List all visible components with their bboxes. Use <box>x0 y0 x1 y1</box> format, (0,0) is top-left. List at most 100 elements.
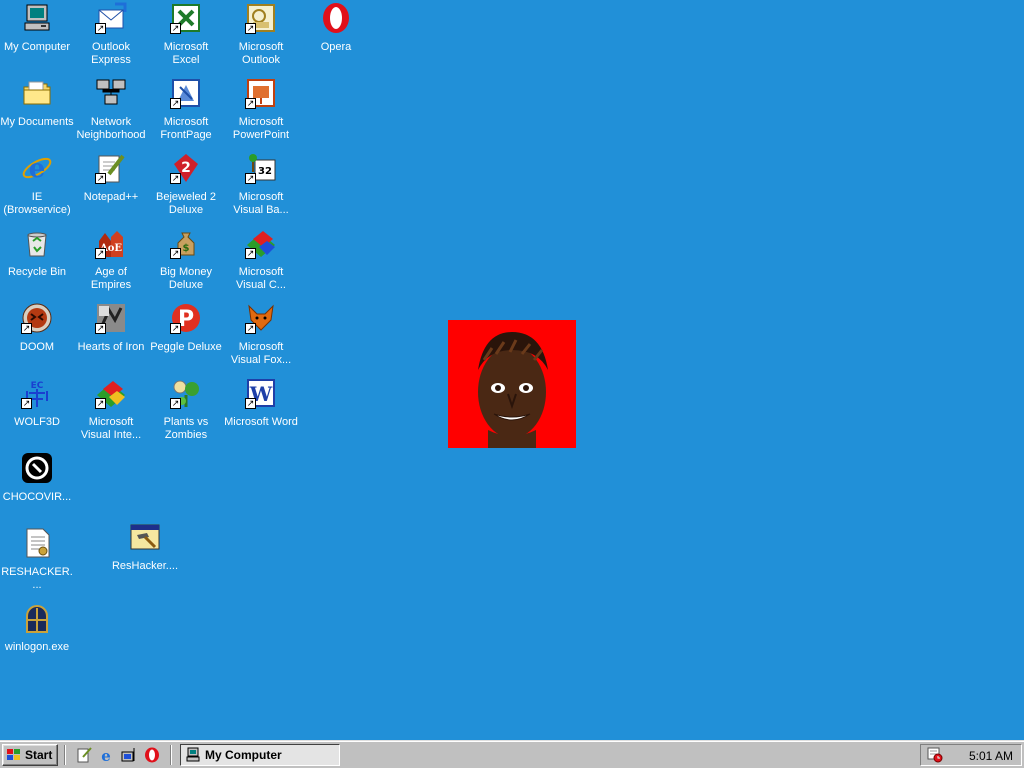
shortcut-arrow-icon: ↗ <box>245 398 256 409</box>
desktop-icon-hearts-of-iron[interactable]: ↗ Hearts of Iron <box>74 302 148 354</box>
desktop-icon-label: IE (Browservice) <box>3 191 71 216</box>
desktop-icon-label: Microsoft FrontPage <box>160 116 212 141</box>
shortcut-arrow-icon: ↗ <box>95 23 106 34</box>
desktop[interactable]: My Computer My Documents e IE (Browservi… <box>0 0 1024 740</box>
shortcut-arrow-icon: ↗ <box>245 173 256 184</box>
opera-icon <box>323 3 349 33</box>
desktop-icon-my-documents[interactable]: My Documents <box>0 77 74 129</box>
desktop-icon-label: Microsoft Outlook <box>238 41 284 66</box>
shortcut-arrow-icon: ↗ <box>245 248 256 259</box>
desktop-icon-winlogon[interactable]: winlogon.exe <box>0 602 74 654</box>
computer-icon <box>24 4 50 31</box>
taskbar-button-label: My Computer <box>205 748 282 762</box>
desktop-icon-label: winlogon.exe <box>4 641 70 653</box>
shortcut-arrow-icon: ↗ <box>245 323 256 334</box>
desktop-icon-microsoft-visual-c[interactable]: ↗ Microsoft Visual C... <box>224 227 298 292</box>
desktop-icon-label: WOLF3D <box>14 416 60 428</box>
desktop-icon-chocovir[interactable]: CHOCOVIR... <box>0 452 74 504</box>
desktop-icon-label: ResHacker.... <box>111 560 179 572</box>
start-label: Start <box>25 748 53 762</box>
desktop-icon-label: My Documents <box>0 116 74 128</box>
shortcut-arrow-icon: ↗ <box>170 248 181 259</box>
desktop-icon-label: Microsoft Visual Inte... <box>80 416 142 441</box>
start-button[interactable]: Start <box>2 744 58 766</box>
shortcut-arrow-icon: ↗ <box>21 398 32 409</box>
computer-icon <box>186 747 200 762</box>
quicklaunch-opera[interactable] <box>144 747 160 763</box>
network-icon <box>96 79 126 105</box>
desktop-icon-microsoft-visual-interdev[interactable]: ↗ Microsoft Visual Inte... <box>74 377 148 442</box>
desktop-icon-label: CHOCOVIR... <box>2 491 72 503</box>
show-desktop-icon <box>121 748 135 762</box>
clock[interactable]: 5:01 AM <box>969 749 1013 763</box>
shortcut-arrow-icon: ↗ <box>21 323 32 334</box>
desktop-icon-label: Age of Empires <box>90 266 132 291</box>
taskbar-button-my-computer[interactable]: My Computer <box>180 744 340 766</box>
shortcut-arrow-icon: ↗ <box>95 323 106 334</box>
shortcut-arrow-icon: ↗ <box>95 398 106 409</box>
desktop-icon-microsoft-word[interactable]: W ↗ Microsoft Word <box>224 377 298 429</box>
desktop-icon-label: Bejeweled 2 Deluxe <box>156 191 216 216</box>
desktop-icon-label: Network Neighborhood <box>76 116 146 141</box>
desktop-icon-label: Recycle Bin <box>7 266 67 278</box>
desktop-icon-recycle-bin[interactable]: Recycle Bin <box>0 227 74 279</box>
svg-text:2: 2 <box>181 160 191 176</box>
quicklaunch-notepad[interactable] <box>76 747 92 763</box>
desktop-icon-label: Peggle Deluxe <box>150 341 222 353</box>
desktop-icon-network-neighborhood[interactable]: Network Neighborhood <box>74 77 148 142</box>
desktop-icon-peggle-deluxe[interactable]: P ↗ Peggle Deluxe <box>149 302 223 354</box>
taskbar: Start e My Computer 5:01 AM <box>0 740 1024 768</box>
windows-logo-icon <box>7 749 20 760</box>
taskbar-separator <box>170 745 172 765</box>
desktop-icon-big-money[interactable]: $ ↗ Big Money Deluxe <box>149 227 223 292</box>
desktop-icon-label: Hearts of Iron <box>77 341 145 353</box>
desktop-icon-label: Microsoft Visual Ba... <box>233 191 289 216</box>
desktop-icon-label: Plants vs Zombies <box>163 416 209 441</box>
desktop-icon-label: Microsoft PowerPoint <box>232 116 290 141</box>
notepad-icon <box>77 747 92 763</box>
desktop-icon-ie[interactable]: e IE (Browservice) <box>0 152 74 217</box>
desktop-icon-my-computer[interactable]: My Computer <box>0 2 74 54</box>
desktop-icon-microsoft-powerpoint[interactable]: ↗ Microsoft PowerPoint <box>224 77 298 142</box>
desktop-icon-doom[interactable]: ↗ DOOM <box>0 302 74 354</box>
scheduled-tasks-icon[interactable] <box>927 747 943 763</box>
desktop-icon-age-of-empires[interactable]: AoE ↗ Age of Empires <box>74 227 148 292</box>
desktop-icon-microsoft-outlook[interactable]: ↗ Microsoft Outlook <box>224 2 298 67</box>
desktop-icon-label: Microsoft Visual Fox... <box>230 341 292 366</box>
desktop-icon-microsoft-visual-basic[interactable]: 32 ↗ Microsoft Visual Ba... <box>224 152 298 217</box>
desktop-icon-label: My Computer <box>3 41 71 53</box>
system-tray: 5:01 AM <box>920 744 1022 766</box>
desktop-icon-plants-vs-zombies[interactable]: ↗ Plants vs Zombies <box>149 377 223 442</box>
desktop-icon-label: DOOM <box>19 341 55 353</box>
desktop-icon-label: Big Money Deluxe <box>160 266 212 291</box>
desktop-icon-label: Opera <box>320 41 352 53</box>
svg-text:32: 32 <box>258 166 272 177</box>
desktop-icon-notepad-plus-plus[interactable]: ↗ Notepad++ <box>74 152 148 204</box>
window-arch-icon <box>26 605 48 633</box>
hammer-window-icon <box>130 524 160 550</box>
desktop-icon-label: RESHACKER.... <box>1 566 73 591</box>
desktop-icon-outlook-express[interactable]: ↗ Outlook Express <box>74 2 148 67</box>
svg-text:e: e <box>101 747 111 763</box>
shortcut-arrow-icon: ↗ <box>245 23 256 34</box>
shortcut-arrow-icon: ↗ <box>245 98 256 109</box>
desktop-icon-opera[interactable]: Opera <box>299 2 373 54</box>
text-file-icon <box>26 528 50 558</box>
desktop-icon-wolf3d[interactable]: EC ↗ WOLF3D <box>0 377 74 429</box>
desktop-icon-microsoft-frontpage[interactable]: ↗ Microsoft FrontPage <box>149 77 223 142</box>
quicklaunch-internet-explorer[interactable]: e <box>98 747 114 763</box>
desktop-icon-reshacker-exe[interactable]: ResHacker.... <box>108 521 182 573</box>
face-photo <box>448 320 576 448</box>
opera-icon <box>145 747 159 763</box>
shortcut-arrow-icon: ↗ <box>170 23 181 34</box>
desktop-icon-microsoft-excel[interactable]: ↗ Microsoft Excel <box>149 2 223 67</box>
desktop-icon-label: Microsoft Word <box>224 416 298 428</box>
desktop-icon-reshacker-file[interactable]: RESHACKER.... <box>0 527 74 592</box>
quicklaunch-show-desktop[interactable] <box>121 747 137 763</box>
desktop-icon-bejeweled-2[interactable]: 2 ↗ Bejeweled 2 Deluxe <box>149 152 223 217</box>
recycle-bin-icon <box>27 232 47 257</box>
desktop-icon-label: Microsoft Visual C... <box>236 266 286 291</box>
folder-icon <box>23 81 51 105</box>
desktop-icon-microsoft-visual-foxpro[interactable]: ↗ Microsoft Visual Fox... <box>224 302 298 367</box>
shortcut-arrow-icon: ↗ <box>170 323 181 334</box>
